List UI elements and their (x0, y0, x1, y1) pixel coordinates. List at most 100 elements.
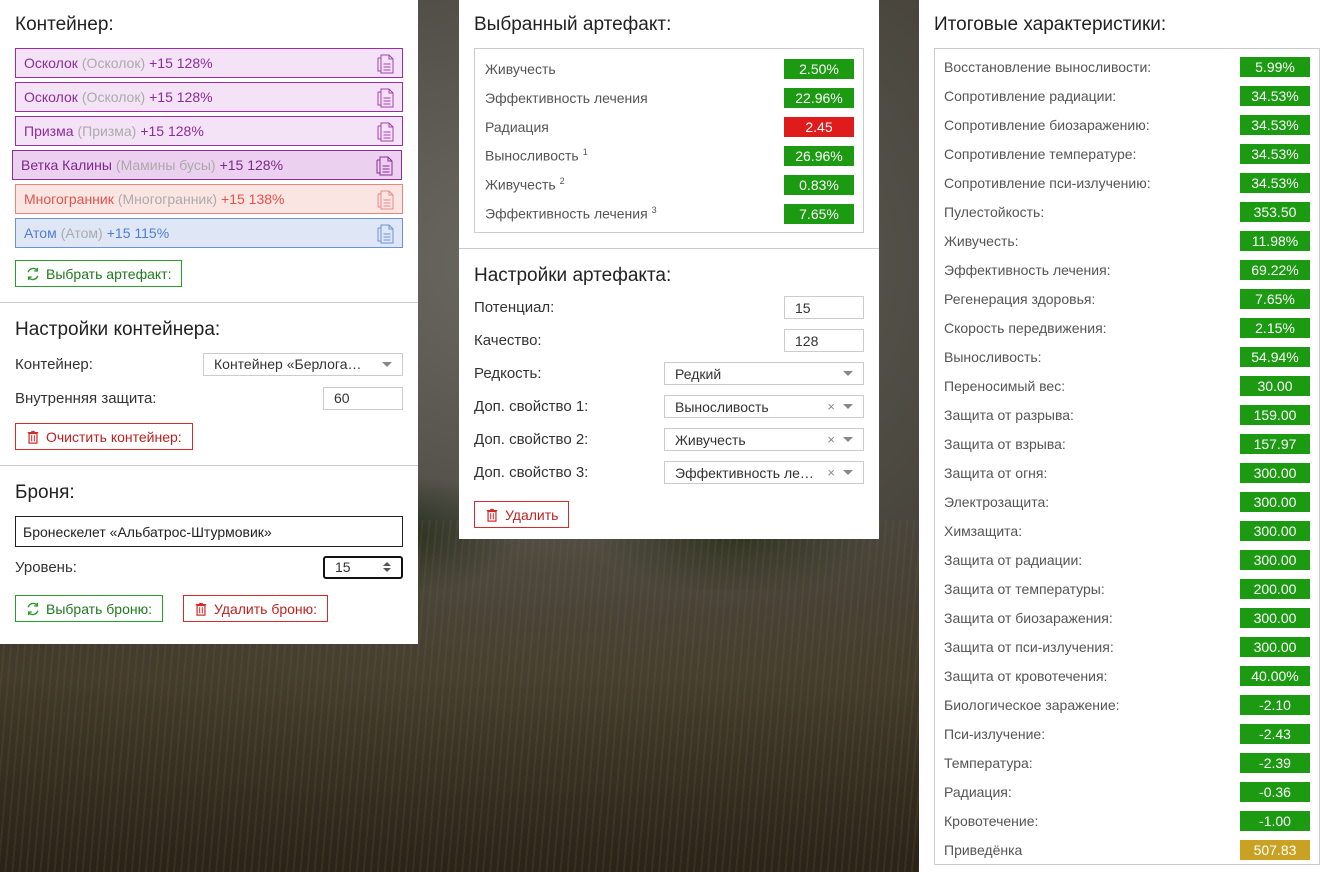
total-stat-name: Сопротивление пси-излучению: (944, 174, 1151, 191)
total-stat-row: Защита от взрыва: 157.97 (944, 429, 1310, 458)
armor-title: Броня: (15, 482, 75, 503)
select-artifact-button[interactable]: Выбрать артефакт: (15, 260, 183, 287)
stat-name-text: Живучесть (485, 176, 556, 193)
extra1-select[interactable]: Выносливость × (664, 395, 864, 418)
stat-index: 1 (582, 147, 588, 158)
total-stat-row: Электрозащита: 300.00 (944, 487, 1310, 516)
total-stat-name: Восстановление выносливости: (944, 58, 1152, 75)
extra3-label: Доп. свойство 3: (474, 464, 589, 481)
delete-artifact-button[interactable]: Удалить (474, 501, 570, 528)
left-panel: Контейнер: Осколок (Осколок) +15 128% Оскол… (0, 0, 418, 644)
selected-artifact-section: Выбранный артефакт: Живучесть 2.50% Эффект… (459, 0, 879, 249)
right-panel: Итоговые характеристики: Восстановление … (919, 0, 1335, 872)
total-stat-value: 507.83 (1240, 839, 1310, 860)
container-slot[interactable]: Осколок (Осколок) +15 128% (15, 82, 403, 112)
document-icon[interactable] (377, 122, 394, 142)
total-stat-name: Скорость передвижения: (944, 319, 1107, 336)
document-icon[interactable] (377, 224, 394, 244)
total-stat-name: Кровотечение: (944, 812, 1039, 829)
spinner-icon[interactable] (383, 562, 391, 572)
total-stat-value: -2.10 (1240, 694, 1310, 715)
container-slot[interactable]: Призма (Призма) +15 128% (15, 116, 403, 146)
total-stat-row: Живучесть: 11.98% (944, 226, 1310, 255)
container-label: Контейнер: (15, 355, 93, 373)
total-stat-row: Химзащита: 300.00 (944, 516, 1310, 545)
extra3-select[interactable]: Эффективность ле… × (664, 461, 864, 484)
protection-value: 60 (334, 390, 350, 406)
container-select[interactable]: Контейнер «Берлога… (203, 352, 403, 376)
total-stat-row: Скорость передвижения: 2.15% (944, 313, 1310, 342)
quality-input[interactable]: 128 (784, 329, 864, 352)
document-icon[interactable] (377, 190, 394, 210)
refresh-icon (27, 267, 39, 280)
container-slot[interactable]: Осколок (Осколок) +15 128% (15, 48, 403, 78)
armor-name: Бронескелет «Альбатрос-Штурмовик» (23, 523, 272, 540)
select-armor-label: Выбрать броню: (46, 600, 152, 617)
artifact-stat-row: Выносливость 1 26.96% (485, 141, 854, 170)
total-stat-row: Защита от температуры: 200.00 (944, 574, 1310, 603)
artifact-stat-name: Радиация (485, 119, 549, 135)
total-stat-value: 5.99% (1240, 56, 1310, 77)
total-stat-row: Защита от разрыва: 159.00 (944, 400, 1310, 429)
total-stat-row: Сопротивление радиации: 34.53% (944, 81, 1310, 110)
total-stat-name: Эффективность лечения: (944, 261, 1111, 278)
clear-icon[interactable]: × (827, 432, 835, 447)
middle-panel: Выбранный артефакт: Живучесть 2.50% Эффект… (459, 0, 879, 539)
artifact-stat-row: Живучесть 2 0.83% (485, 170, 854, 199)
total-stat-name: Защита от взрыва: (944, 435, 1066, 452)
trash-icon (27, 430, 39, 444)
potential-label: Потенциал: (474, 299, 555, 316)
rarity-select[interactable]: Редкий (664, 362, 864, 385)
container-slot[interactable]: Атом (Атом) +15 115% (15, 218, 403, 248)
total-stat-value: 2.15% (1240, 317, 1310, 338)
potential-input[interactable]: 15 (784, 296, 864, 319)
total-stat-name: Защита от температуры: (944, 580, 1105, 597)
extra1-label: Доп. свойство 1: (474, 398, 589, 415)
total-stat-name: Живучесть: (944, 232, 1019, 249)
total-stat-name: Биологическое заражение: (944, 696, 1120, 713)
slot-name: Атом (24, 225, 57, 241)
extra2-select[interactable]: Живучесть × (664, 428, 864, 451)
total-stat-name: Сопротивление радиации: (944, 87, 1117, 104)
total-stat-value: 54.94% (1240, 346, 1310, 367)
refresh-icon (27, 602, 39, 615)
total-stat-name: Сопротивление температуре: (944, 145, 1137, 162)
totals-section: Итоговые характеристики: Восстановление … (919, 0, 1335, 872)
artifact-stat-name: Выносливость 1 (485, 147, 588, 164)
protection-label: Внутренняя защита: (15, 389, 157, 407)
container-slot[interactable]: Многогранник (Многогранник) +15 138% (15, 184, 403, 214)
total-stat-value: 7.65% (1240, 288, 1310, 309)
delete-armor-button[interactable]: Удалить броню: (183, 595, 329, 622)
total-stat-value: 34.53% (1240, 85, 1310, 106)
extra3-value: Эффективность ле… (675, 464, 814, 481)
total-stat-row: Защита от пси-излучения: 300.00 (944, 632, 1310, 661)
document-icon[interactable] (377, 88, 394, 108)
total-stat-row: Регенерация здоровья: 7.65% (944, 284, 1310, 313)
artifact-stat-value: 7.65% (784, 203, 854, 224)
slot-bonus: +15 128% (149, 55, 213, 71)
total-stat-name: Электрозащита: (944, 493, 1050, 510)
extra2-label: Доп. свойство 2: (474, 431, 589, 448)
slot-name: Ветка Калины (21, 157, 112, 173)
level-input[interactable]: 15 (323, 555, 403, 579)
trash-icon (486, 508, 498, 522)
level-label: Уровень: (15, 558, 77, 576)
document-icon[interactable] (376, 156, 393, 176)
document-icon[interactable] (377, 54, 394, 74)
total-stat-value: 200.00 (1240, 578, 1310, 599)
quality-value: 128 (795, 332, 819, 349)
totals-stats-box: Восстановление выносливости: 5.99% Сопроти… (934, 48, 1320, 865)
total-stat-name: Химзащита: (944, 522, 1023, 539)
armor-name-field[interactable]: Бронескелет «Альбатрос-Штурмовик» (15, 516, 403, 547)
chevron-down-icon (843, 371, 853, 376)
select-armor-button[interactable]: Выбрать броню: (15, 595, 163, 622)
clear-container-button[interactable]: Очистить контейнер: (15, 423, 193, 450)
clear-icon[interactable]: × (827, 465, 835, 480)
total-stat-row: Сопротивление пси-излучению: 34.53% (944, 168, 1310, 197)
total-stat-name: Приведёнка (944, 841, 1023, 858)
container-slot[interactable]: Ветка Калины (Мамины бусы) +15 128% (12, 150, 402, 180)
artifact-settings-section: Настройки артефакта: Потенциал: 15 Качес… (459, 249, 879, 543)
selected-artifact-title: Выбранный артефакт: (474, 14, 672, 35)
protection-input[interactable]: 60 (323, 386, 403, 410)
clear-icon[interactable]: × (827, 399, 835, 414)
